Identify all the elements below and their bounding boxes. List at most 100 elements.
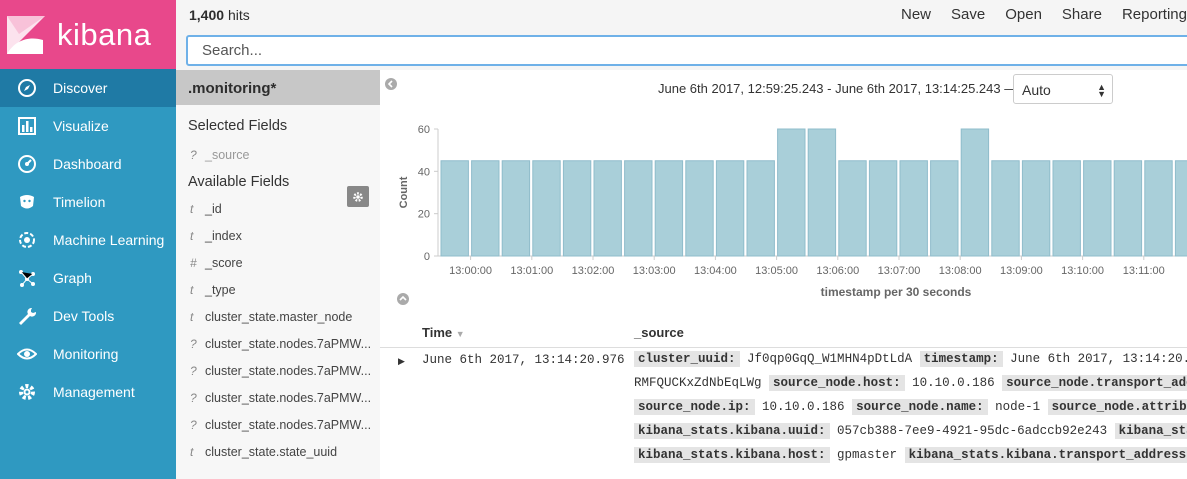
field-list-panel: .monitoring* Selected Fields ? _source Av… <box>176 70 380 479</box>
gear-icon-wrap <box>0 382 53 402</box>
histogram-bar[interactable] <box>868 160 898 257</box>
sidebar: kibana Discover Visualize Dashboard Timelio… <box>0 0 176 479</box>
share-button[interactable]: Share <box>1062 6 1102 23</box>
nav-item-management[interactable]: Management <box>0 373 176 411</box>
top-bar: 1,400 hits New Save Open Share Reporting <box>176 0 1187 32</box>
field-settings-button[interactable] <box>347 186 369 207</box>
save-button[interactable]: Save <box>951 6 985 23</box>
field-item[interactable]: t _type <box>176 276 380 303</box>
histogram-bar[interactable] <box>746 160 775 257</box>
timelion-icon <box>19 195 34 209</box>
source-field-value: 10.10.0.186 <box>762 400 845 414</box>
histogram-bar[interactable] <box>624 160 653 257</box>
source-field-key: source_node.transport_address: <box>1002 375 1187 391</box>
histogram-bar[interactable] <box>1144 160 1173 257</box>
field-name: cluster_state.nodes.7aPMW... <box>205 390 372 405</box>
field-item[interactable]: ? cluster_state.nodes.7aPMW... <box>176 411 380 438</box>
row-time: June 6th 2017, 13:14:20.976 <box>422 353 625 367</box>
histogram-bar[interactable] <box>991 160 1020 257</box>
field-item[interactable]: t cluster_state.state_uuid <box>176 438 380 465</box>
collapse-sidebar-button[interactable] <box>385 78 397 90</box>
histogram-bar[interactable] <box>532 160 561 257</box>
nav-item-graph[interactable]: Graph <box>0 259 176 297</box>
histogram-bar[interactable] <box>930 160 959 257</box>
field-item[interactable]: ? cluster_state.nodes.7aPMW... <box>176 384 380 411</box>
field-item[interactable]: ? cluster_state.nodes.7aPMW... <box>176 330 380 357</box>
nav-item-monitoring[interactable]: Monitoring <box>0 335 176 373</box>
source-field-key: cluster_uuid: <box>634 351 740 367</box>
histogram-bar[interactable] <box>715 160 745 257</box>
histogram-bar[interactable] <box>440 160 469 257</box>
field-name: _score <box>205 255 243 270</box>
histogram-bar[interactable] <box>807 128 837 257</box>
nav-item-dev-tools[interactable]: Dev Tools <box>0 297 176 335</box>
source-field-key: kibana_stats <box>1114 423 1187 439</box>
histogram-bar[interactable] <box>1083 160 1112 257</box>
reporting-button[interactable]: Reporting <box>1122 6 1187 23</box>
nav-item-machine-learning[interactable]: Machine Learning <box>0 221 176 259</box>
field-name: _index <box>205 228 242 243</box>
histogram-bar[interactable] <box>501 160 531 257</box>
field-item[interactable]: t cluster_state.master_node <box>176 303 380 330</box>
histogram-bar[interactable] <box>593 160 622 257</box>
histogram-bar[interactable] <box>1021 160 1051 257</box>
field-item[interactable]: # _score <box>176 249 380 276</box>
field-type-icon: t <box>190 444 194 459</box>
source-line: kibana_stats.kibana.host: gpmaster kiban… <box>634 447 1187 463</box>
discover-main: June 6th 2017, 12:59:25.243 - June 6th 2… <box>380 70 1187 479</box>
y-tick-label: 40 <box>418 166 430 178</box>
time-column-header[interactable]: Time ▼ <box>422 325 465 340</box>
x-tick-label: 13:00:00 <box>449 265 492 277</box>
sort-icon[interactable]: ▼ <box>456 329 465 339</box>
kibana-logo[interactable]: kibana <box>0 0 176 69</box>
field-type-icon: ? <box>190 336 197 351</box>
field-item[interactable]: ? _source <box>176 141 380 168</box>
x-tick-label: 13:09:00 <box>1000 265 1043 277</box>
histogram-bar[interactable] <box>471 160 500 257</box>
nav-item-timelion[interactable]: Timelion <box>0 183 176 221</box>
histogram-bar[interactable] <box>777 128 806 257</box>
source-field-key: kibana_stats.kibana.uuid: <box>634 423 830 439</box>
field-type-icon: ? <box>190 390 197 405</box>
field-name: _type <box>205 282 236 297</box>
nav-item-visualize[interactable]: Visualize <box>0 107 176 145</box>
collapse-chart-button[interactable] <box>397 293 409 305</box>
interval-select[interactable]: Auto ▲ ▼ <box>1013 74 1113 104</box>
x-tick-label: 13:11:00 <box>1123 265 1165 277</box>
histogram-bar[interactable] <box>654 160 684 257</box>
source-field-key: source_node.host: <box>769 375 905 391</box>
histogram-bar[interactable] <box>960 128 990 257</box>
x-tick-label: 13:01:00 <box>510 265 553 277</box>
field-type-icon: ? <box>190 363 197 378</box>
histogram-bar[interactable] <box>838 160 867 257</box>
histogram-bar[interactable] <box>1174 160 1187 257</box>
nav-item-dashboard[interactable]: Dashboard <box>0 145 176 183</box>
time-range-label: June 6th 2017, 12:59:25.243 - June 6th 2… <box>658 81 1018 96</box>
field-item[interactable]: t _index <box>176 222 380 249</box>
source-field-key: source_node.ip: <box>634 399 755 415</box>
histogram-bar[interactable] <box>1052 160 1081 257</box>
nav-item-discover[interactable]: Discover <box>0 69 176 107</box>
search-bar <box>176 32 1187 70</box>
chevron-left-icon <box>387 80 393 88</box>
field-name: cluster_state.nodes.7aPMW... <box>205 417 372 432</box>
y-tick-label: 20 <box>418 209 430 221</box>
gear-icon <box>18 384 35 400</box>
field-item[interactable]: ? cluster_state.nodes.7aPMW... <box>176 357 380 384</box>
bar-chart-icon-wrap <box>0 116 53 136</box>
histogram-bar[interactable] <box>1113 160 1143 257</box>
dashboard-icon-wrap <box>0 154 53 174</box>
nav-item-label: Dev Tools <box>53 308 115 324</box>
expand-row-icon[interactable]: ▶ <box>398 356 405 367</box>
histogram-bar[interactable] <box>685 160 714 257</box>
histogram-bar[interactable] <box>562 160 592 257</box>
index-pattern-title[interactable]: .monitoring* <box>176 70 380 105</box>
x-tick-label: 13:05:00 <box>755 265 798 277</box>
x-tick-label: 13:07:00 <box>878 265 921 277</box>
field-name: _id <box>205 201 222 216</box>
open-button[interactable]: Open <box>1005 6 1042 23</box>
search-input[interactable] <box>186 35 1187 66</box>
source-field-value: June 6th 2017, 13:14:20.976 <box>1010 352 1187 366</box>
histogram-bar[interactable] <box>899 160 928 257</box>
new-button[interactable]: New <box>901 6 931 23</box>
